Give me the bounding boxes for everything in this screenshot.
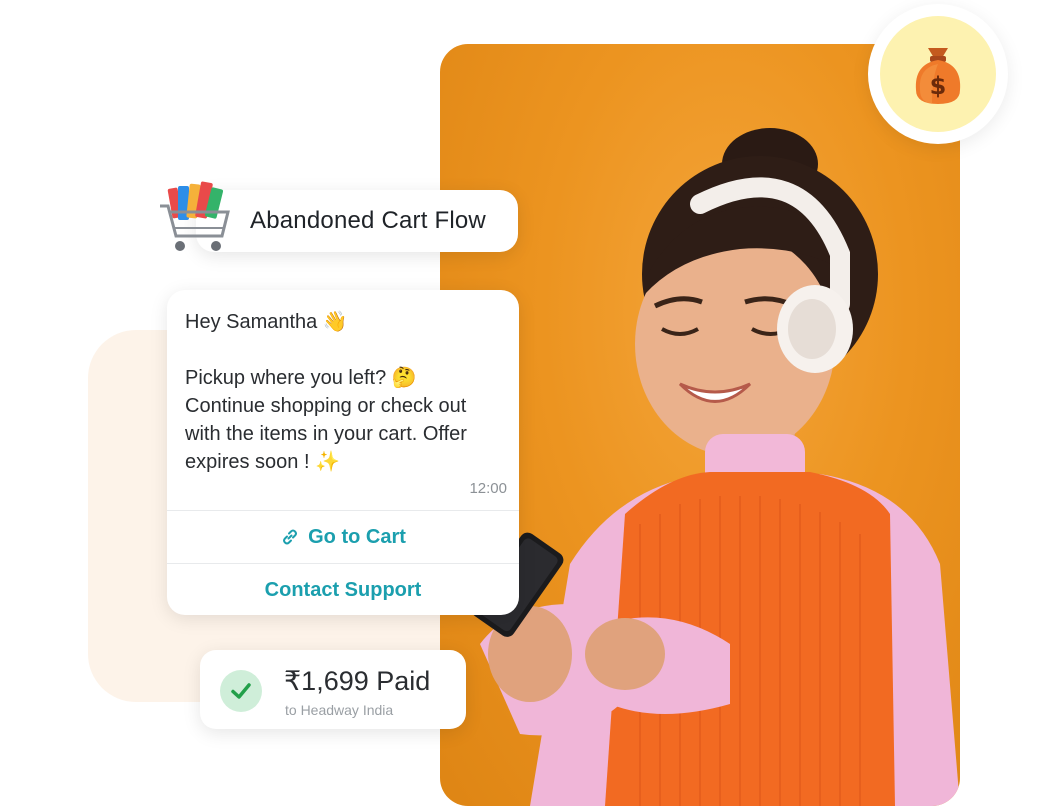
payment-card: ₹1,699 Paid to Headway India <box>200 650 466 729</box>
flow-title: Abandoned Cart Flow <box>250 207 486 234</box>
message-timestamp: 12:00 <box>469 480 507 497</box>
check-badge <box>220 670 262 712</box>
message-line: expires soon ! ✨ <box>185 448 505 476</box>
message-line-2: Continue shopping or check out <box>185 395 467 417</box>
whatsapp-message-card: Hey Samantha 👋 Pickup where you left? 🤔 … <box>167 290 519 615</box>
message-line: Pickup where you left? 🤔 <box>185 364 505 392</box>
contact-support-button[interactable]: Contact Support <box>167 564 519 616</box>
message-body: Hey Samantha 👋 Pickup where you left? 🤔 … <box>185 308 505 476</box>
svg-text:$: $ <box>930 72 947 100</box>
flow-card: Abandoned Cart Flow <box>196 190 518 252</box>
money-bag-icon: $ <box>915 48 961 104</box>
message-line-4: expires soon ! <box>185 451 310 473</box>
money-badge: $ <box>868 4 1008 144</box>
wave-emoji: 👋 <box>322 311 348 333</box>
contact-support-label: Contact Support <box>264 578 422 601</box>
payment-recipient: to Headway India <box>285 702 394 718</box>
thinking-emoji: 🤔 <box>391 367 417 389</box>
shopping-cart-icon <box>160 181 230 251</box>
payment-amount: ₹1,699 Paid <box>284 666 431 696</box>
check-icon <box>231 683 251 699</box>
link-icon <box>283 529 298 545</box>
message-line-3: with the items in your cart. Offer <box>185 423 467 445</box>
message-line-1: Pickup where you left? <box>185 367 387 389</box>
greeting-text: Hey Samantha <box>185 311 318 333</box>
go-to-cart-button[interactable]: Go to Cart <box>167 511 519 563</box>
money-badge-inner: $ <box>880 16 996 132</box>
sparkles-emoji: ✨ <box>315 451 340 473</box>
greeting-line: Hey Samantha 👋 <box>185 308 505 336</box>
go-to-cart-label: Go to Cart <box>308 525 406 548</box>
